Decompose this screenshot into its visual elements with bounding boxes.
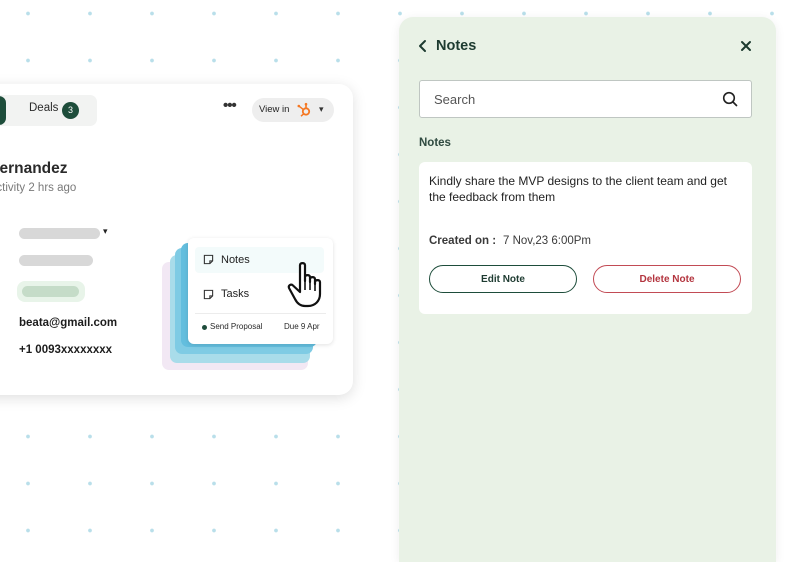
deals-count-badge: 3 bbox=[62, 102, 79, 119]
view-in-button[interactable]: View in ▾ bbox=[252, 98, 334, 122]
search-input[interactable] bbox=[420, 81, 728, 117]
notes-panel: Notes Notes Kindly share the MVP designs… bbox=[399, 17, 776, 562]
delete-note-button[interactable]: Delete Note bbox=[593, 265, 741, 293]
chevron-left-icon[interactable] bbox=[417, 39, 429, 53]
note-icon bbox=[203, 254, 214, 265]
contact-email[interactable]: beata@gmail.com bbox=[19, 317, 117, 329]
task-due-date: Due 9 Apr bbox=[284, 322, 320, 331]
contact-name: Fernandez bbox=[0, 160, 68, 177]
panel-title: Notes bbox=[436, 38, 477, 54]
menu-divider bbox=[195, 313, 326, 314]
note-body: Kindly share the MVP designs to the clie… bbox=[429, 174, 727, 204]
contact-card: Deals 3 ••• View in ▾ Fernandez activity… bbox=[0, 84, 353, 395]
task-title[interactable]: Send Proposal bbox=[210, 322, 262, 331]
tab-deals[interactable]: Deals bbox=[29, 102, 58, 114]
menu-item-notes-label: Notes bbox=[221, 254, 250, 266]
chevron-down-icon: ▾ bbox=[103, 226, 108, 236]
note-created-value: 7 Nov,23 6:00Pm bbox=[503, 235, 592, 247]
placeholder-tag bbox=[17, 281, 85, 302]
contact-tabs: Deals 3 bbox=[0, 95, 97, 126]
hand-pointer-icon bbox=[287, 262, 322, 308]
search-bar bbox=[419, 80, 752, 118]
more-options-icon[interactable]: ••• bbox=[223, 98, 237, 113]
edit-note-button[interactable]: Edit Note bbox=[429, 265, 577, 293]
search-icon[interactable] bbox=[722, 91, 738, 107]
close-icon[interactable] bbox=[740, 40, 752, 52]
view-in-label: View in bbox=[259, 104, 290, 115]
contact-phone[interactable]: +1 0093xxxxxxxx bbox=[19, 344, 112, 356]
chevron-down-icon: ▾ bbox=[319, 104, 324, 114]
status-dot bbox=[202, 325, 207, 330]
placeholder-field-dropdown[interactable] bbox=[19, 228, 100, 239]
tab-active-indicator[interactable] bbox=[0, 96, 6, 125]
placeholder-tag-bar bbox=[22, 286, 79, 297]
menu-item-tasks[interactable]: Tasks bbox=[221, 288, 249, 300]
contact-activity: activity 2 hrs ago bbox=[0, 182, 77, 194]
note-card: Kindly share the MVP designs to the clie… bbox=[419, 162, 752, 314]
notes-section-label: Notes bbox=[419, 137, 451, 149]
note-icon bbox=[203, 289, 214, 300]
hubspot-icon bbox=[297, 102, 311, 117]
placeholder-field bbox=[19, 255, 93, 266]
note-created-label: Created on : bbox=[429, 235, 497, 247]
